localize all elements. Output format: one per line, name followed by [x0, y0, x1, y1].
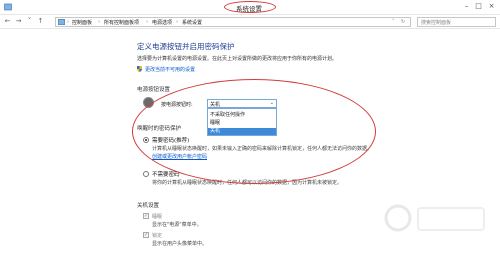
control-panel-icon — [58, 19, 65, 25]
breadcrumb-item[interactable]: 控制面板 — [72, 19, 92, 26]
breadcrumb-separator-icon: › — [98, 19, 100, 25]
recent-pages-chevron-icon[interactable]: ˅ — [25, 17, 34, 26]
title-annotation-ellipse — [224, 1, 276, 13]
change-settings-label: 更改当前不可用的设置 — [145, 67, 196, 73]
title-bar: 系统设置 – □ × — [0, 0, 500, 15]
uac-shield-icon — [137, 66, 142, 72]
watermark-logo — [380, 196, 492, 246]
no-password-radio[interactable] — [143, 171, 149, 177]
minimize-button[interactable]: – — [462, 2, 471, 11]
close-button[interactable]: × — [487, 2, 496, 11]
breadcrumb-separator-icon: › — [146, 19, 148, 25]
address-bar: ← → ˅ ↑ › 控制面板 › 所有控制面板项 › 电源选项 › 系统设置 ˅… — [0, 15, 500, 29]
up-button[interactable]: ↑ — [36, 17, 45, 26]
breadcrumb-item[interactable]: 电源选项 — [152, 19, 172, 26]
control-panel-icon — [4, 3, 12, 11]
power-button-section-title: 电源按钮设置 — [137, 87, 171, 93]
refresh-icon[interactable]: ↻ — [401, 19, 405, 25]
breadcrumb[interactable]: › 控制面板 › 所有控制面板项 › 电源选项 › 系统设置 ˅ ↻ — [55, 17, 411, 27]
breadcrumb-item[interactable]: 系统设置 — [182, 19, 202, 26]
forward-button[interactable]: → — [14, 17, 23, 26]
annotation-ellipse — [132, 79, 376, 184]
search-input[interactable]: 搜索控制面板 — [417, 17, 496, 27]
shutdown-section-title: 关机设置 — [137, 203, 160, 209]
sleep-description: 显示在"电源"菜单中。 — [152, 222, 202, 228]
lock-checkbox[interactable]: ✓ — [143, 232, 149, 238]
intro-text: 选择要为计算机设置的电源设置。在此页上对设置所做的更改将应用于你所有的电源计划。 — [137, 56, 338, 62]
lock-description: 显示在用户头像菜单中。 — [152, 241, 208, 247]
sleep-checkbox[interactable]: ✓ — [143, 213, 149, 219]
address-dropdown-icon[interactable]: ˅ — [392, 19, 395, 25]
change-unavailable-settings-link[interactable]: 更改当前不可用的设置 — [137, 66, 195, 73]
lock-label: 锁定 — [152, 233, 163, 239]
sleep-label: 睡眠 — [152, 214, 163, 220]
maximize-button[interactable]: □ — [474, 2, 483, 11]
breadcrumb-separator-icon: › — [176, 19, 178, 25]
page-title: 定义电源按钮并启用密码保护 — [137, 42, 235, 51]
back-button[interactable]: ← — [3, 17, 12, 26]
breadcrumb-separator-icon: › — [67, 19, 69, 25]
breadcrumb-item[interactable]: 所有控制面板项 — [104, 19, 139, 26]
